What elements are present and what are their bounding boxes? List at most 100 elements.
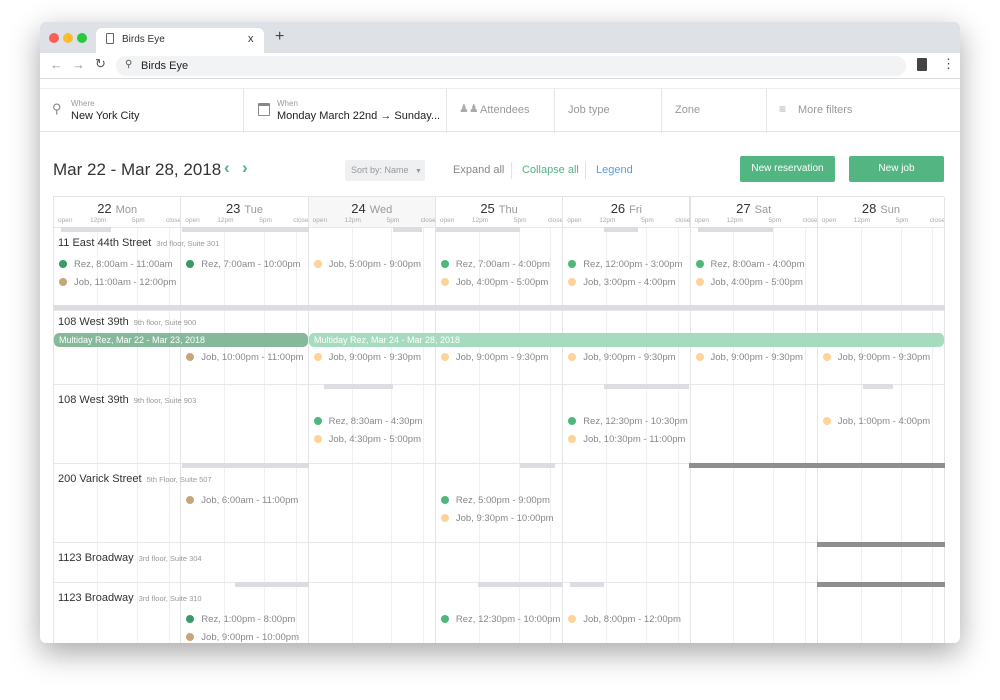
status-dot-icon xyxy=(440,260,449,268)
day-name: Sun xyxy=(880,204,900,216)
next-week-button[interactable]: › xyxy=(242,158,248,178)
event-item[interactable]: Job, 9:00pm - 9:30pm xyxy=(568,352,676,363)
event-item[interactable]: Job, 9:30pm - 10:00pm xyxy=(440,513,554,524)
forward-icon[interactable]: → xyxy=(72,57,85,72)
event-item[interactable]: Job, 1:00pm - 4:00pm xyxy=(822,416,930,427)
event-item[interactable]: Rez, 5:00pm - 9:00pm xyxy=(440,495,550,506)
calendar-icon xyxy=(258,103,270,116)
event-label: Job, 5:00pm - 9:00pm xyxy=(328,259,422,270)
event-item[interactable]: Job, 11:00am - 12:00pm xyxy=(59,277,176,288)
status-dot-icon xyxy=(59,260,67,268)
day-name: Sat xyxy=(754,204,772,216)
day-header[interactable]: 23 Tue open 12pm 5pm close xyxy=(181,197,309,227)
row-divider xyxy=(54,310,945,311)
event-item[interactable]: Job, 10:00pm - 11:00pm xyxy=(186,352,304,363)
day-header[interactable]: 26 Fri open 12pm 5pm close xyxy=(563,197,691,227)
sort-label: Sort by: Name xyxy=(351,165,409,175)
event-item[interactable]: Job, 3:00pm - 4:00pm xyxy=(568,277,676,288)
status-dot-icon xyxy=(313,417,322,425)
time-tick: open xyxy=(821,217,837,224)
browser-tab[interactable]: Birds Eye x xyxy=(96,28,264,53)
menu-icon[interactable]: ⋮ xyxy=(942,56,955,72)
row-location[interactable]: 11 East 44th Street 3rd floor, Suite 301 xyxy=(58,237,219,249)
event-item[interactable]: Rez, 12:30pm - 10:30pm xyxy=(568,416,688,427)
event-item[interactable]: Rez, 8:30am - 4:30pm xyxy=(313,416,423,427)
event-item[interactable]: Rez, 12:30pm - 10:00pm xyxy=(440,614,560,625)
minimize-window-button[interactable] xyxy=(63,33,73,43)
zone-filter[interactable]: Zone xyxy=(662,89,767,133)
day-divider xyxy=(307,197,309,643)
day-header[interactable]: 28 Sun open 12pm 5pm close xyxy=(818,197,946,227)
legend-link[interactable]: Legend xyxy=(596,164,633,176)
event-item[interactable]: Job, 10:30pm - 11:00pm xyxy=(568,434,685,445)
attendees-filter[interactable]: ♟♟ Attendees xyxy=(447,89,555,133)
status-dot-icon xyxy=(568,435,577,443)
row-location[interactable]: 108 West 39th 9th floor, Suite 903 xyxy=(58,394,196,406)
new-tab-button[interactable]: + xyxy=(275,28,284,46)
location-name: 108 West 39th xyxy=(58,316,129,328)
profile-icon[interactable] xyxy=(917,58,927,71)
row-location[interactable]: 1123 Broadway 3rd floor, Suite 304 xyxy=(58,552,202,564)
event-item[interactable]: Job, 9:00pm - 9:30pm xyxy=(695,352,803,363)
event-item[interactable]: Rez, 8:00am - 11:00am xyxy=(59,259,173,270)
event-item[interactable]: Job, 9:00pm - 9:30pm xyxy=(313,352,421,363)
row-location[interactable]: 1123 Broadway 3rd floor, Suite 310 xyxy=(58,592,202,604)
job-type-filter[interactable]: Job type xyxy=(555,89,662,133)
event-item[interactable]: Rez, 8:00am - 4:00pm xyxy=(695,259,805,270)
new-reservation-button[interactable]: New reservation xyxy=(740,156,835,182)
back-icon[interactable]: ← xyxy=(50,57,63,72)
time-tick: open xyxy=(567,217,582,224)
event-item[interactable]: Rez, 1:00pm - 8:00pm xyxy=(186,614,295,625)
event-label: Job, 9:00pm - 9:30pm xyxy=(837,352,931,363)
event-item[interactable]: Job, 9:00pm - 10:00pm xyxy=(186,632,299,643)
event-item[interactable]: Job, 4:00pm - 5:00pm xyxy=(440,277,549,288)
location-suite: 3rd floor, Suite 304 xyxy=(138,554,202,563)
address-input[interactable]: ⚲ Birds Eye xyxy=(116,56,906,76)
multiday-reservation-bar[interactable]: Multiday Rez, Mar 24 - Mar 28, 2018 xyxy=(309,333,944,347)
collapse-all-button[interactable]: Collapse all xyxy=(522,164,579,176)
event-item[interactable]: Rez, 7:00am - 10:00pm xyxy=(186,259,301,270)
hour-gridline xyxy=(550,227,552,643)
event-item[interactable]: Rez, 7:00am - 4:00pm xyxy=(440,259,550,270)
reload-icon[interactable]: ↻ xyxy=(95,56,106,72)
sort-dropdown[interactable]: Sort by: Name ▼ xyxy=(345,160,425,181)
multiday-reservation-bar[interactable]: Multiday Rez, Mar 22 - Mar 23, 2018 xyxy=(54,333,308,347)
day-header[interactable]: 22 Mon open 12pm 5pm close xyxy=(54,197,182,227)
status-dot-icon xyxy=(568,260,577,268)
prev-week-button[interactable]: ‹ xyxy=(224,158,230,178)
time-tick: open xyxy=(185,217,200,224)
hour-gridline xyxy=(264,227,266,643)
day-header[interactable]: 24 Wed open 12pm 5pm close xyxy=(308,197,436,227)
event-item[interactable]: Job, 9:00pm - 9:30pm xyxy=(440,352,549,363)
where-filter[interactable]: ⚲ Where New York City xyxy=(40,89,244,133)
location-name: 1123 Broadway xyxy=(58,592,134,604)
new-job-button[interactable]: New job xyxy=(849,156,944,182)
event-item[interactable]: Job, 4:00pm - 5:00pm xyxy=(695,277,803,288)
maximize-window-button[interactable] xyxy=(77,33,87,43)
close-tab-icon[interactable]: x xyxy=(248,33,254,45)
search-icon: ⚲ xyxy=(52,101,62,116)
event-item[interactable]: Job, 4:30pm - 5:00pm xyxy=(313,434,421,445)
expand-all-button[interactable]: Expand all xyxy=(453,164,504,176)
availability-bar xyxy=(689,463,945,468)
availability-bar xyxy=(604,384,689,389)
close-window-button[interactable] xyxy=(49,33,59,43)
status-dot-icon xyxy=(186,353,195,361)
row-location[interactable]: 108 West 39th 9th floor, Suite 900 xyxy=(58,316,196,328)
event-item[interactable]: Job, 5:00pm - 9:00pm xyxy=(313,259,422,270)
day-header[interactable]: 25 Thu open 12pm 5pm close xyxy=(436,197,564,227)
event-item[interactable]: Rez, 12:00pm - 3:00pm xyxy=(568,259,682,270)
event-label: Job, 4:00pm - 5:00pm xyxy=(455,277,549,288)
time-tick: close xyxy=(547,217,564,224)
hour-gridline xyxy=(224,227,226,643)
event-label: Job, 9:00pm - 9:30pm xyxy=(455,352,549,363)
when-filter[interactable]: When Monday March 22nd → Sunday... xyxy=(244,89,447,133)
sliders-icon: ≡ xyxy=(779,102,787,116)
row-location[interactable]: 200 Varick Street 5th Floor, Suite 507 xyxy=(58,473,212,485)
event-item[interactable]: Job, 8:00pm - 12:00pm xyxy=(568,614,681,625)
location-name: 11 East 44th Street xyxy=(58,237,152,249)
event-item[interactable]: Job, 6:00am - 11:00pm xyxy=(186,495,298,506)
event-item[interactable]: Job, 9:00pm - 9:30pm xyxy=(822,352,931,363)
day-header[interactable]: 27 Sat open 12pm 5pm close xyxy=(691,197,818,227)
more-filters-button[interactable]: ≡ More filters xyxy=(767,89,960,133)
